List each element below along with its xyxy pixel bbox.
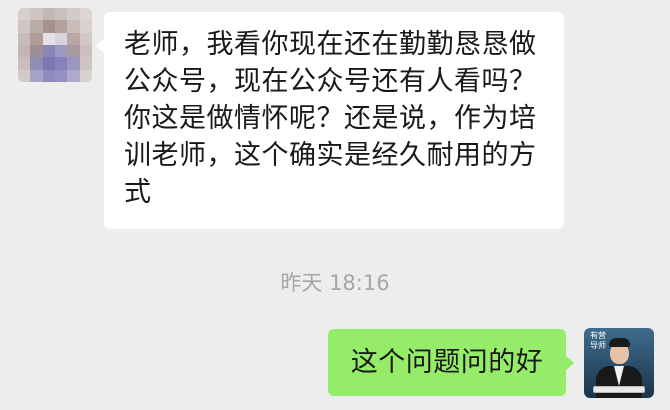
avatar-image (18, 8, 92, 82)
message-timestamp: 昨天 18:16 (280, 271, 390, 295)
message-bubble-outgoing[interactable]: 这个问题问的好 (328, 329, 574, 396)
message-bubble-incoming[interactable]: 老师，我看你现在还在勤勤恳恳做公众号，现在公众号还有人看吗？你这是做情怀呢？还是… (96, 12, 564, 229)
message-text: 这个问题问的好 (350, 347, 544, 378)
avatar-badge-text: 有营 导师 (590, 331, 606, 350)
chat-window: 老师，我看你现在还在勤勤恳恳做公众号，现在公众号还有人看吗？你这是做情怀呢？还是… (0, 0, 670, 410)
avatar-self[interactable]: 有营 导师 (584, 328, 654, 398)
avatar-banner (593, 386, 645, 393)
avatar-figure-hair (609, 338, 630, 347)
avatar-contact[interactable] (18, 8, 92, 82)
message-text: 老师，我看你现在还在勤勤恳恳做公众号，现在公众号还有人看吗？你这是做情怀呢？还是… (124, 29, 537, 208)
